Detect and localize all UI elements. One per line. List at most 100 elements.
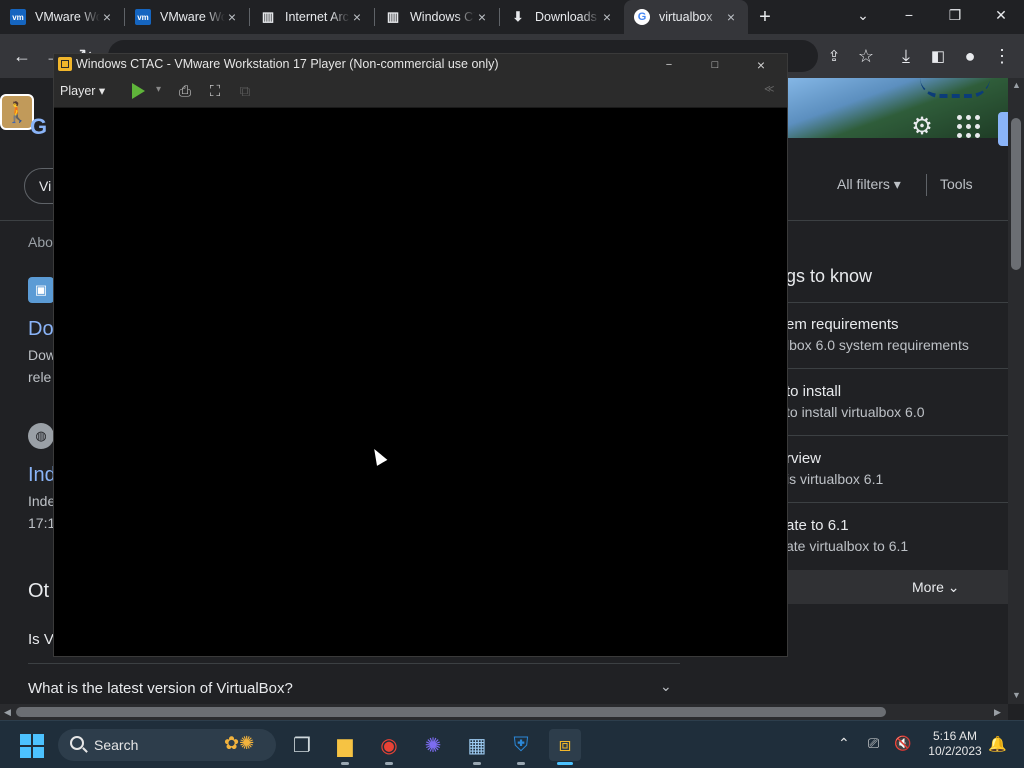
google-logo-fragment[interactable]: G [30,114,47,140]
tab-close-icon[interactable]: × [600,9,614,25]
scroll-right-arrow-icon[interactable]: ▶ [994,707,1001,718]
volume-muted-icon[interactable]: 🔇 [894,735,911,752]
browser-close-icon[interactable]: ✕ [978,0,1024,30]
things-item-title: rview [786,450,822,467]
clock-time: 5:16 AM [932,729,978,743]
account-avatar[interactable] [998,112,1008,146]
collapse-toolbar-icon[interactable]: ≪ [764,84,774,95]
vm-minimize-button[interactable]: − [646,54,692,75]
faq-question[interactable]: What is the latest version of VirtualBox… [28,680,293,697]
send-ctrl-alt-del-icon[interactable]: ⎙ [175,82,195,100]
things-item[interactable]: ate to 6.1 ate virtualbox to 6.1 [786,517,1008,554]
tab-vmware-2[interactable]: vm VMware Workstation × [125,0,249,34]
things-item-subtitle: ate virtualbox to 6.1 [786,538,909,554]
more-button[interactable]: More ⌄ [786,570,1008,604]
profile-icon[interactable]: ● [956,42,984,70]
snippet-line: Inde [28,493,56,509]
things-item[interactable]: em requirements lbox 6.0 system requirem… [786,316,1008,353]
vm-maximize-button[interactable]: □ [692,54,738,75]
tab-virtualbox-search[interactable]: G virtualbox × [624,0,748,34]
scroll-down-arrow-icon[interactable]: ▼ [1012,690,1021,700]
system-clock[interactable]: 5:16 AM 10/2/2023 [920,729,990,759]
running-indicator [473,762,481,765]
tab-close-icon[interactable]: × [225,9,239,25]
horizontal-scroll-thumb[interactable] [16,707,886,717]
tab-windows-ctac[interactable]: ▥ Windows CTAC × [375,0,499,34]
things-item-subtitle: to install virtualbox 6.0 [786,404,925,420]
back-arrow-icon[interactable]: ← [8,42,36,70]
tab-close-icon[interactable]: × [724,9,738,25]
more-label: More [912,579,944,595]
tab-vmware-1[interactable]: vm VMware Workstation × [0,0,124,34]
tools-button[interactable]: Tools [940,176,973,192]
settings-gear-icon[interactable]: ⚙ [908,112,936,140]
monitor-app-icon[interactable]: ▦ [461,729,493,765]
vmware-player-window[interactable]: Windows CTAC - VMware Workstation 17 Pla… [53,53,788,657]
question-text[interactable]: Is V [28,631,54,648]
things-divider [786,302,1008,303]
tab-title: VMware Workstation [35,10,100,24]
doodle-trail-decoration [920,78,990,98]
task-view-icon[interactable]: ❐ [286,729,318,761]
fullscreen-icon[interactable]: ⛶ [205,82,225,100]
browser-restore-icon[interactable]: ❐ [932,0,978,30]
chevron-down-icon[interactable]: ⌄ [660,678,672,695]
result-title-link[interactable]: Do [28,318,54,341]
network-globe-app-icon[interactable]: ✺ [417,729,449,761]
vertical-scroll-thumb[interactable] [1011,118,1021,270]
network-icon[interactable]: ⎚ [868,735,879,752]
tab-search-chevron-icon[interactable]: ⌄ [840,0,886,30]
share-icon[interactable]: ⇪ [820,42,848,70]
vmware-player-taskbar-icon[interactable]: ⧈ [549,729,581,765]
power-on-play-icon[interactable] [132,83,145,99]
windows-taskbar: Search ✿✺ ❐ ▆ ◉ ✺ ▦ ⛨ ⧈ ⌃ ⎚ 🔇 5:16 AM 10… [0,720,1024,768]
show-hidden-icons-chevron-icon[interactable]: ⌃ [838,735,850,752]
vmware-logo-icon [58,57,72,71]
unity-mode-icon[interactable]: ⧉ [235,82,255,100]
result-title-link[interactable]: Ind [28,464,56,487]
tab-downloads[interactable]: ⬇ Downloads × [500,0,624,34]
browser-minimize-icon[interactable]: − [886,0,932,30]
page-vertical-scrollbar[interactable]: ▲ ▼ [1008,78,1024,704]
result-snippet: Inde 17:1 [28,490,55,534]
new-tab-button[interactable]: + [748,0,782,34]
vmware-toolbar: Player ▾ ▾ ⎙ ⛶ ⧉ ≪ [54,75,787,108]
vm-close-button[interactable]: × [738,54,784,75]
vmware-window-title: Windows CTAC - VMware Workstation 17 Pla… [76,57,499,71]
result-site-icon: ▣ [28,277,54,303]
play-dropdown-icon[interactable]: ▾ [156,84,161,95]
google-apps-grid-icon[interactable] [954,112,982,140]
chrome-menu-icon[interactable]: ⋮ [988,42,1016,70]
vmware-favicon-icon: vm [135,9,151,25]
start-button-windows-icon[interactable] [20,734,44,758]
things-item[interactable]: rview is virtualbox 6.1 [786,450,1008,487]
things-item-subtitle: lbox 6.0 system requirements [786,337,969,353]
bookmark-star-icon[interactable]: ☆ [852,42,880,70]
player-menu-button[interactable]: Player ▾ [60,83,105,98]
notification-bell-icon[interactable]: 🔔 [988,735,1007,753]
file-explorer-icon[interactable]: ▆ [329,729,361,765]
tab-title: Windows CTAC [410,10,475,24]
defender-shield-icon[interactable]: ⛨ [505,729,537,765]
things-item-title: em requirements [786,316,899,333]
chrome-icon[interactable]: ◉ [373,729,405,765]
tab-internet-archive[interactable]: ▥ Internet Archive × [250,0,374,34]
tab-close-icon[interactable]: × [350,9,364,25]
hiker-doodle-icon[interactable]: 🚶 [0,94,34,130]
tab-title: virtualbox [659,10,713,24]
google-favicon-icon: G [634,9,650,25]
page-horizontal-scrollbar[interactable]: ◀ ▶ [0,704,1008,720]
side-panel-icon[interactable]: ◧ [924,42,952,70]
result-snippet: Dow rele [28,344,56,388]
scroll-up-arrow-icon[interactable]: ▲ [1012,80,1021,90]
faq-divider [28,663,680,664]
tab-title: Downloads [535,10,597,24]
tab-close-icon[interactable]: × [475,9,489,25]
archive-favicon-icon: ▥ [261,9,275,24]
things-item[interactable]: to install to install virtualbox 6.0 [786,383,1008,420]
snippet-line: rele [28,369,52,385]
all-filters-button[interactable]: All filters ▾ [837,176,901,193]
tab-close-icon[interactable]: × [100,9,114,25]
scroll-left-arrow-icon[interactable]: ◀ [4,707,11,718]
downloads-icon[interactable]: ⤓ [892,42,920,70]
